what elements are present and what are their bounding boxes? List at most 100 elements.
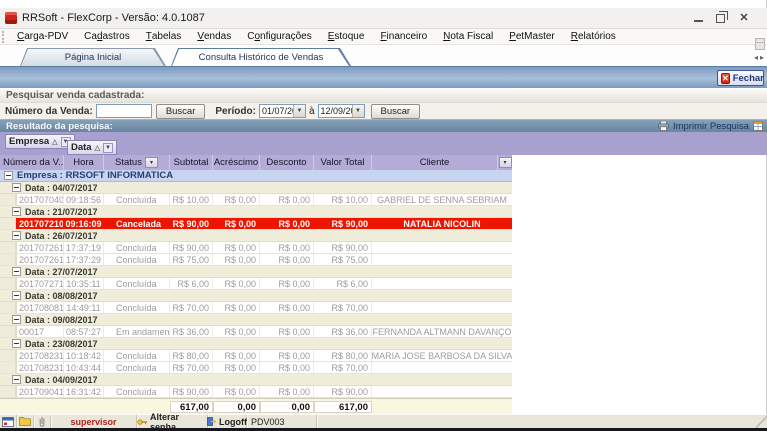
menu-item-financeiro[interactable]: Financeiro xyxy=(372,29,435,45)
logoff-button[interactable]: Logoff xyxy=(208,415,247,428)
chevron-down-icon: ▼ xyxy=(352,105,364,117)
app-window: RRSoft - FlexCorp - Versão: 4.0.1087 ✕ C… xyxy=(0,0,767,431)
column-header-valor[interactable]: Valor Total xyxy=(314,155,372,170)
buscar-venda-button[interactable]: Buscar xyxy=(156,104,206,119)
restore-icon[interactable] xyxy=(716,14,725,23)
cell-sub: R$ 70,00 xyxy=(170,302,213,313)
menu-item-relat-rios[interactable]: Relatórios xyxy=(563,29,624,45)
menu-item-cadastros[interactable]: Cadastros xyxy=(76,29,138,45)
fechar-button[interactable]: ✕ Fechar xyxy=(717,70,764,86)
cell-sub: R$ 90,00 xyxy=(170,218,213,229)
cell-cli: MARIA JOSE BARBOSA DA SILVA xyxy=(372,350,512,361)
table-row[interactable]: 201708231...10:43:44ConcluídaR$ 70,00R$ … xyxy=(0,362,512,374)
row-indent-gutter xyxy=(0,278,17,289)
menu-item-configura-es[interactable]: Configurações xyxy=(239,29,320,45)
menu-item-carga-pdv[interactable]: Carga-PDV xyxy=(9,29,76,45)
cell-cli xyxy=(372,302,512,313)
tab-overflow-icon[interactable]: ⋯ xyxy=(755,38,765,50)
date-from-combo[interactable]: 01/07/2017 ▼ xyxy=(259,104,306,118)
buscar-periodo-button[interactable]: Buscar xyxy=(371,104,421,119)
group-label: Data : 23/08/2017 xyxy=(25,339,98,349)
cell-status: Concluída xyxy=(104,194,170,205)
group-chip-empresa[interactable]: Empresa △ ▼ xyxy=(5,134,75,149)
cell-status: Em andamento xyxy=(104,326,170,337)
group-row-data[interactable]: Data : 23/08/2017 xyxy=(0,338,512,350)
close-icon[interactable]: ✕ xyxy=(737,12,751,24)
table-row[interactable]: 201707040...09:18:56ConcluídaR$ 10,00R$ … xyxy=(0,194,512,206)
collapse-icon[interactable] xyxy=(12,231,21,240)
group-row-data[interactable]: Data : 27/07/2017 xyxy=(0,266,512,278)
column-header-cliente-filter[interactable]: ▾ xyxy=(498,155,512,170)
collapse-icon[interactable] xyxy=(12,267,21,276)
chevron-down-icon: ▼ xyxy=(103,143,113,153)
tab-pagina-inicial[interactable]: Página Inicial xyxy=(20,48,166,66)
group-chip-data[interactable]: Data △ ▼ xyxy=(67,140,117,155)
table-row[interactable]: 0001708:57:27Em andamentoR$ 36,00R$ 0,00… xyxy=(0,326,512,338)
collapse-icon[interactable] xyxy=(12,207,21,216)
column-header-desconto[interactable]: Desconto xyxy=(260,155,314,170)
imprimir-pesquisa-link[interactable]: Imprimir Pesquisa xyxy=(673,121,749,132)
menu-item-nota-fiscal[interactable]: Nota Fiscal xyxy=(435,29,501,45)
tab-scroll-arrows-icon[interactable]: ◂▸ xyxy=(754,53,766,62)
paperclip-icon[interactable] xyxy=(34,415,51,428)
menu-item-vendas[interactable]: Vendas xyxy=(189,29,239,45)
column-header-hora[interactable]: Hora xyxy=(64,155,104,170)
between-label: à xyxy=(309,106,315,117)
total-acrescimo: 0,00 xyxy=(213,401,260,413)
date-to-combo[interactable]: 12/09/2017 ▼ xyxy=(318,104,365,118)
column-header-status[interactable]: Status▾ xyxy=(104,155,170,170)
column-header-acrescimo[interactable]: Acréscimo xyxy=(213,155,260,170)
group-row-empresa[interactable]: Empresa : RRSOFT INFORMATICA xyxy=(0,170,512,182)
group-row-data[interactable]: Data : 04/09/2017 xyxy=(0,374,512,386)
resize-grip[interactable] xyxy=(755,415,767,428)
table-row[interactable]: 201707271...10:35:11ConcluídaR$ 6,00R$ 0… xyxy=(0,278,512,290)
collapse-icon[interactable] xyxy=(12,315,21,324)
column-label: Hora xyxy=(73,157,94,168)
cell-status: Concluída xyxy=(104,278,170,289)
group-row-data[interactable]: Data : 08/08/2017 xyxy=(0,290,512,302)
table-row[interactable]: 201707210...09:16:09CanceladaR$ 90,00R$ … xyxy=(0,218,512,230)
cell-desc: R$ 0,00 xyxy=(260,218,314,229)
cell-status: Cancelada xyxy=(104,218,170,229)
filter-dropdown-icon[interactable]: ▾ xyxy=(145,157,158,168)
total-valor-total: 617,00 xyxy=(314,401,372,413)
group-row-data[interactable]: Data : 21/07/2017 xyxy=(0,206,512,218)
group-label: Data : 08/08/2017 xyxy=(25,291,98,301)
column-header-cliente[interactable]: Cliente xyxy=(372,155,498,170)
collapse-icon[interactable] xyxy=(12,291,21,300)
export-grid-icon[interactable] xyxy=(753,121,763,131)
menu-item-tabelas[interactable]: Tabelas xyxy=(138,29,190,45)
cell-cli: GABRIEL DE SENNA SEBRIAM xyxy=(372,194,512,205)
tab-consulta-historico-de-vendas[interactable]: Consulta Histórico de Vendas xyxy=(171,48,351,66)
column-header-subtotal[interactable]: Subtotal xyxy=(170,155,213,170)
collapse-icon[interactable] xyxy=(12,183,21,192)
minimize-icon[interactable] xyxy=(694,14,703,22)
table-row[interactable]: 201709041...16:31:42ConcluídaR$ 90,00R$ … xyxy=(0,386,512,398)
table-row[interactable]: 201708231...10:18:42ConcluídaR$ 80,00R$ … xyxy=(0,350,512,362)
cell-status: Concluída xyxy=(104,254,170,265)
menu-item-petmaster[interactable]: PetMaster xyxy=(501,29,563,45)
collapse-icon[interactable] xyxy=(12,375,21,384)
group-label: Data : 26/07/2017 xyxy=(25,231,98,241)
group-row-data[interactable]: Data : 09/08/2017 xyxy=(0,314,512,326)
group-row-data[interactable]: Data : 26/07/2017 xyxy=(0,230,512,242)
column-label: Subtotal xyxy=(174,157,209,168)
alterar-senha-button[interactable]: Alterar senha xyxy=(137,415,208,428)
column-label: Cliente xyxy=(420,157,450,168)
group-label: Empresa : RRSOFT INFORMATICA xyxy=(17,170,173,181)
filter-dropdown-icon[interactable]: ▾ xyxy=(499,157,512,168)
table-row[interactable]: 201707261...17:37:29ConcluídaR$ 75,00R$ … xyxy=(0,254,512,266)
folder-icon[interactable] xyxy=(17,415,34,428)
table-row[interactable]: 201707261...17:37:19ConcluídaR$ 90,00R$ … xyxy=(0,242,512,254)
cell-sub: R$ 6,00 xyxy=(170,278,213,289)
cell-hora: 17:37:29 xyxy=(64,254,104,265)
menu-item-estoque[interactable]: Estoque xyxy=(320,29,373,45)
collapse-icon[interactable] xyxy=(4,171,13,180)
column-header-numero[interactable]: Número da V...△ xyxy=(0,155,64,170)
key-icon xyxy=(137,418,147,426)
grid-view-icon[interactable] xyxy=(0,415,17,428)
group-row-data[interactable]: Data : 04/07/2017 xyxy=(0,182,512,194)
table-row[interactable]: 201708081...14:49:11ConcluídaR$ 70,00R$ … xyxy=(0,302,512,314)
collapse-icon[interactable] xyxy=(12,339,21,348)
numero-venda-input[interactable] xyxy=(96,104,152,118)
